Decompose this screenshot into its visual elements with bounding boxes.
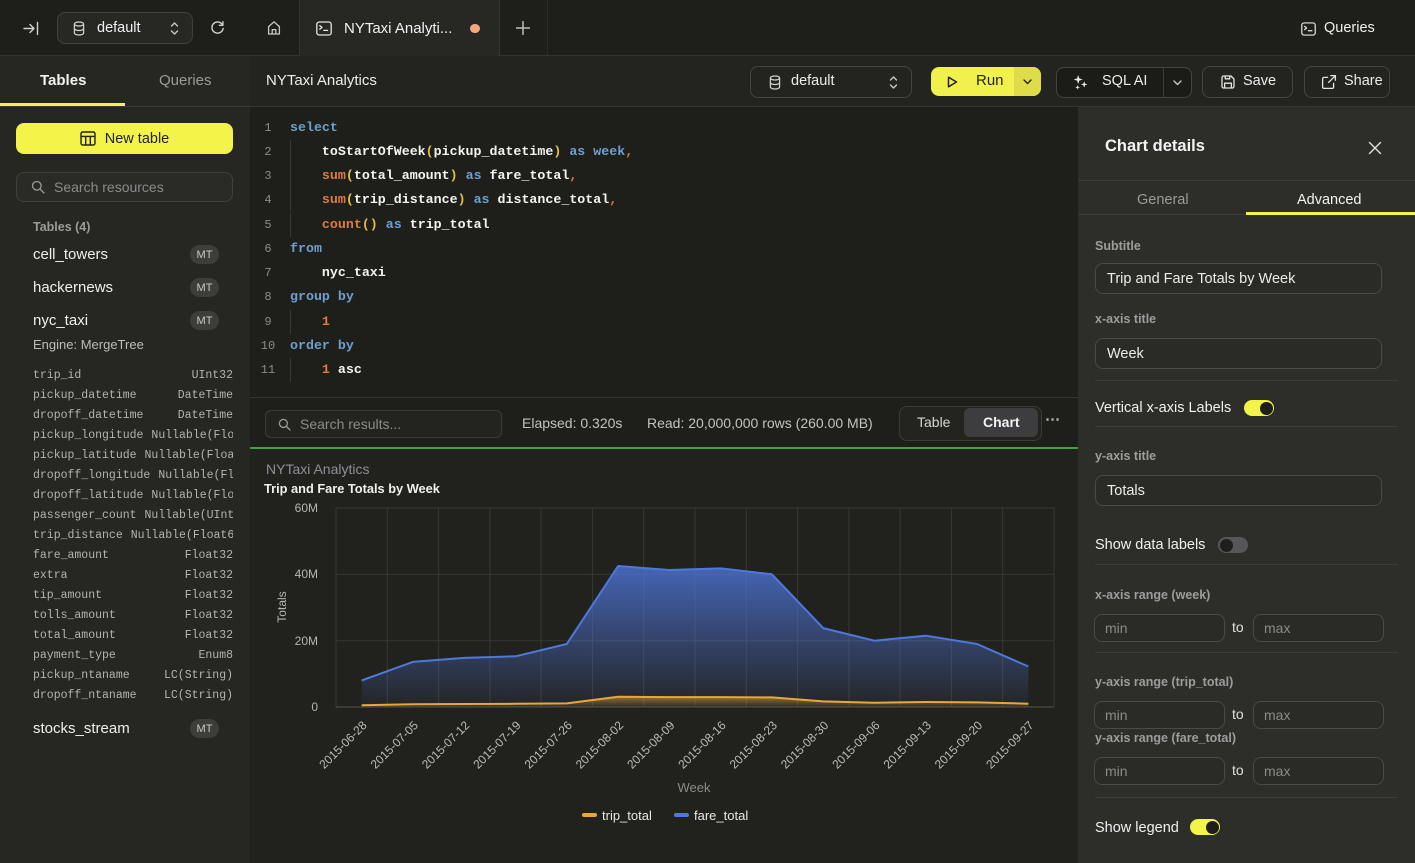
svg-text:2015-08-02: 2015-08-02	[573, 718, 627, 772]
svg-text:40M: 40M	[295, 567, 318, 581]
svg-text:2015-07-05: 2015-07-05	[368, 718, 422, 772]
svg-text:2015-08-09: 2015-08-09	[624, 718, 678, 772]
svg-text:Week: Week	[678, 780, 711, 795]
svg-text:2015-07-19: 2015-07-19	[470, 718, 524, 772]
svg-text:2015-09-20: 2015-09-20	[932, 718, 986, 772]
svg-text:fare_total: fare_total	[694, 808, 748, 823]
svg-text:0: 0	[311, 700, 318, 714]
svg-text:2015-08-23: 2015-08-23	[727, 718, 781, 772]
svg-text:trip_total: trip_total	[602, 808, 652, 823]
svg-text:60M: 60M	[295, 501, 318, 515]
svg-text:2015-09-13: 2015-09-13	[881, 718, 935, 772]
svg-text:2015-08-30: 2015-08-30	[778, 718, 832, 772]
svg-text:2015-07-26: 2015-07-26	[522, 718, 576, 772]
svg-text:2015-08-16: 2015-08-16	[675, 718, 729, 772]
svg-text:2015-09-06: 2015-09-06	[829, 718, 883, 772]
svg-text:2015-09-27: 2015-09-27	[983, 718, 1037, 772]
svg-text:2015-07-12: 2015-07-12	[419, 718, 473, 772]
svg-text:Totals: Totals	[275, 591, 289, 622]
svg-text:2015-06-28: 2015-06-28	[316, 718, 370, 772]
svg-text:20M: 20M	[295, 634, 318, 648]
